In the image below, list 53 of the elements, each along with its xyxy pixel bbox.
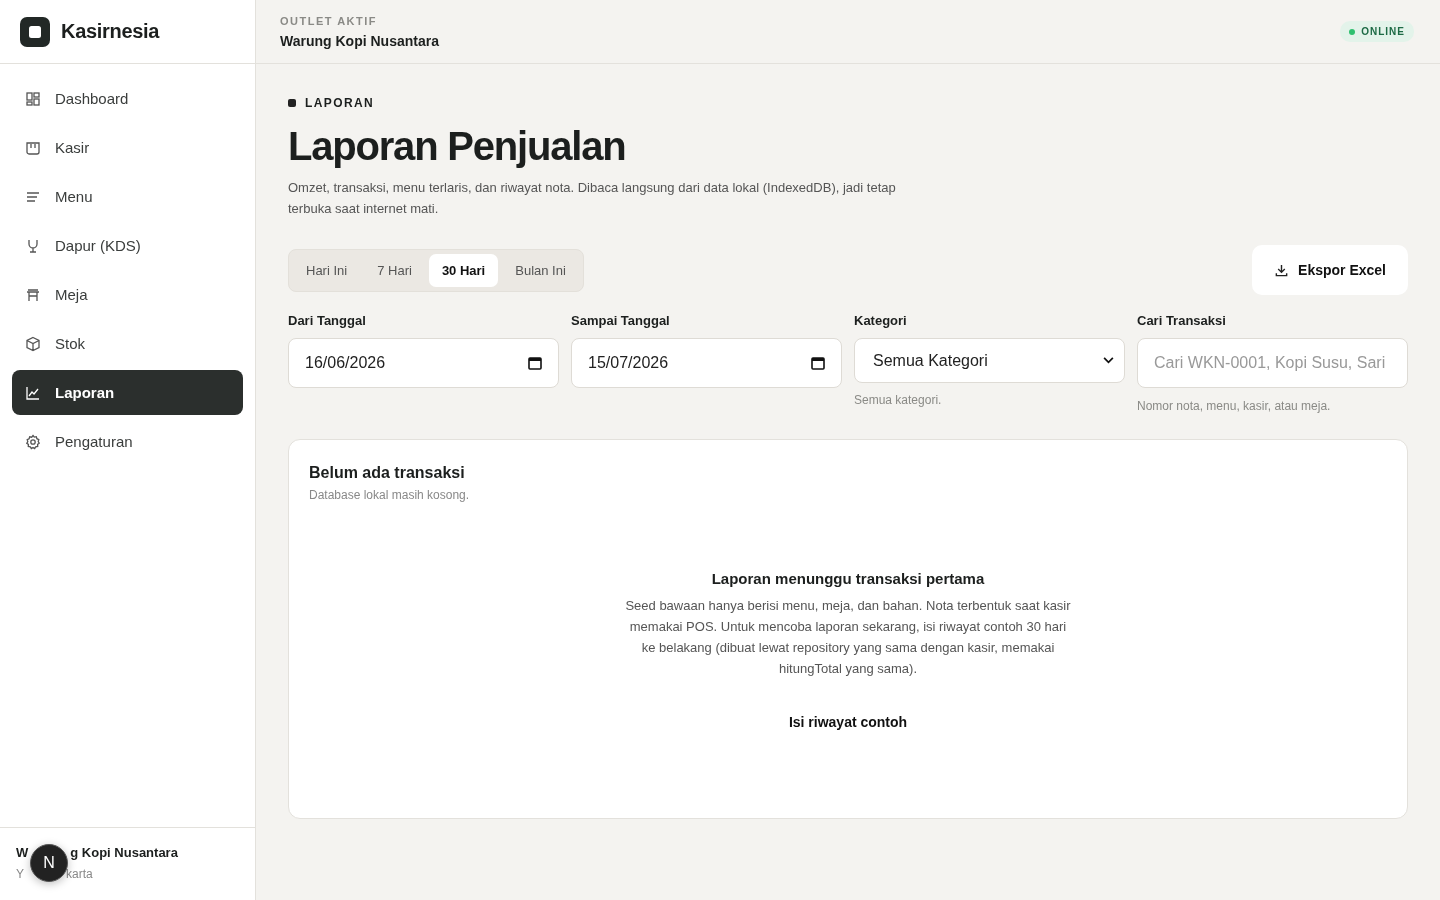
sidebar-item[interactable]: Pengaturan <box>12 419 243 464</box>
field-hint: Semua kategori. <box>854 393 943 407</box>
sidebar-item[interactable]: Dashboard <box>12 76 243 121</box>
outlet-label: OUTLET AKTIF <box>280 14 379 27</box>
sidebar-item[interactable]: Kasir <box>12 125 243 170</box>
sample-data-button[interactable]: Isi riwayat contoh <box>782 713 914 731</box>
sidebar-item[interactable]: Stok <box>12 321 243 366</box>
chevron-down-icon <box>1103 357 1114 364</box>
square-icon <box>288 99 296 107</box>
outlet-city-start: Y <box>16 867 24 881</box>
chart-icon <box>25 384 41 401</box>
page-title: Laporan Penjualan <box>288 124 627 169</box>
field-label: Dari Tanggal <box>288 313 367 328</box>
card-subtitle: Database lokal masih kosong. <box>309 488 471 502</box>
sidebar-item[interactable]: Laporan <box>12 370 243 415</box>
search-field[interactable]: Cari WKN-0001, Kopi Susu, Sari <box>1137 338 1408 388</box>
range-tab[interactable]: Hari Ini <box>293 253 361 287</box>
sidebar-item[interactable]: Meja <box>12 272 243 317</box>
outlet-title: Warung Kopi Nusantara <box>280 32 439 49</box>
date-field[interactable]: 15/07/2026 <box>571 338 842 388</box>
field-label: Cari Transaksi <box>1137 313 1227 328</box>
register-icon <box>25 139 41 156</box>
field-label: Sampai Tanggal <box>571 313 671 328</box>
range-tab[interactable]: 7 Hari <box>364 253 425 287</box>
empty-title: Laporan menunggu transaksi pertama <box>711 570 985 587</box>
sidebar-item[interactable]: Dapur (KDS) <box>12 223 243 268</box>
page-description: Omzet, transaksi, menu terlaris, dan riwayat nota. Dibaca langsung dari data lokal (IndexedDB), jadi tetap terbuka saat internet mati. <box>288 179 897 218</box>
date-field[interactable]: 16/06/2026 <box>288 338 559 388</box>
logo-icon <box>20 16 50 47</box>
glass-icon <box>25 237 41 254</box>
box-icon <box>25 335 41 352</box>
brand-name: Kasirnesia <box>61 20 160 43</box>
settings-icon <box>25 433 41 450</box>
outlet-name-end: g Kopi Nusantara <box>70 845 178 860</box>
range-tab[interactable]: Bulan Ini <box>502 253 579 287</box>
field-hint: Nomor nota, menu, kasir, atau meja. <box>1137 399 1332 413</box>
export-button[interactable]: Ekspor Excel <box>1252 245 1408 295</box>
range-tab[interactable]: 30 Hari <box>428 253 499 287</box>
avatar-button[interactable]: N <box>30 844 68 882</box>
calendar-icon <box>811 356 825 370</box>
status-badge: ONLINE <box>1340 21 1414 42</box>
empty-description: Seed bawaan hanya berisi menu, meja, dan bahan. Nota terbentuk saat kasir memakai POS. Untuk mencoba laporan sekarang, isi riwayat contoh 30 hari ke belakang (dibuat lewat repository yang sama dengan kasir, memakai hitungTotal yang sama). <box>624 597 1072 678</box>
download-icon <box>1274 262 1290 278</box>
field-label: Kategori <box>854 313 908 328</box>
sidebar-item[interactable]: Menu <box>12 174 243 219</box>
table-icon <box>25 286 41 303</box>
category-select[interactable]: Semua Kategori <box>854 338 1125 383</box>
section-label: LAPORAN <box>305 96 375 110</box>
outlet-name-start: W <box>16 845 29 860</box>
card-title: Belum ada transaksi <box>309 464 466 482</box>
calendar-icon <box>528 356 542 370</box>
outlet-city-end: karta <box>66 867 93 881</box>
dashboard-icon <box>25 90 41 107</box>
